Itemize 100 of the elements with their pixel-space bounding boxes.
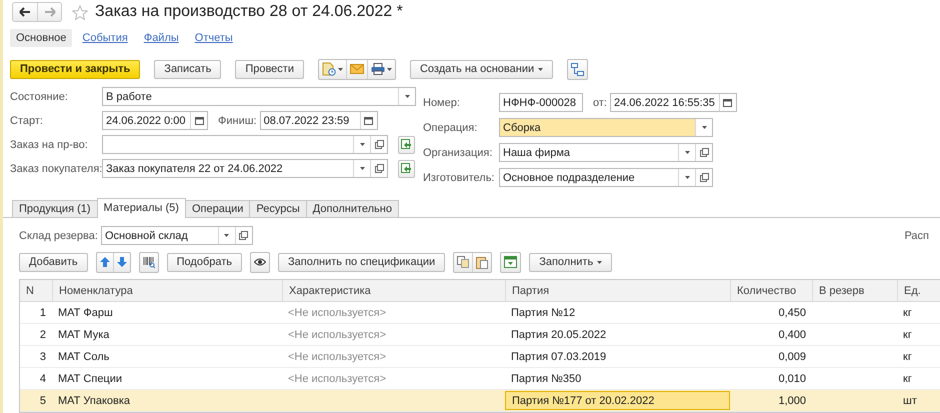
table-row[interactable]: 3 МАТ Соль <Не используется> Партия 07.03.2019 0,009 кг	[20, 346, 940, 368]
back-arrow-icon	[19, 7, 31, 17]
toolbar-button[interactable]: Заполнить по спецификации	[278, 252, 446, 272]
table-cell-text: <Не используется>	[287, 306, 388, 320]
dropdown-button[interactable]	[695, 119, 712, 136]
table-cell-text: МАТ Упаковка	[57, 394, 132, 408]
section-link[interactable]: Отчеты	[188, 28, 239, 46]
open-window-icon	[239, 231, 248, 240]
field-label: Операция:	[423, 122, 478, 134]
section-link[interactable]: Файлы	[138, 28, 185, 46]
table-cell-text: 4	[38, 372, 47, 386]
table-cell-text: кг	[902, 328, 913, 342]
caret-icon	[360, 143, 364, 146]
table-cell-text: <Не используется>	[287, 350, 388, 364]
field-label: Финиш:	[218, 114, 257, 126]
field-label: от:	[593, 96, 607, 108]
fill-button[interactable]	[398, 160, 415, 178]
column-header[interactable]: Ед.	[897, 280, 940, 301]
calendar-button[interactable]	[190, 112, 207, 129]
open-button[interactable]	[695, 169, 712, 186]
section-link[interactable]: События	[76, 28, 134, 46]
date-field[interactable]: 08.07.2022 23:59	[260, 111, 378, 130]
down-arrow-icon	[116, 257, 127, 267]
section-tab[interactable]: Основное	[10, 28, 72, 46]
table-cell-text: Партия №350	[510, 372, 582, 386]
open-window-icon	[700, 173, 708, 182]
open-button[interactable]	[695, 144, 712, 161]
toolbar-button[interactable]: Провести	[235, 60, 304, 78]
table-cell-text: 0,009	[777, 350, 807, 364]
toolbar-button[interactable]: Подобрать	[166, 252, 242, 272]
column-header[interactable]: N	[20, 280, 52, 301]
table-cell-text: МАТ Мука	[57, 328, 110, 342]
menu-button[interactable]: Заполнить	[529, 252, 612, 272]
calendar-icon	[364, 116, 374, 125]
table-cell-text: 5	[38, 394, 47, 408]
dropdown-field[interactable]: В работе	[102, 87, 416, 106]
calendar-icon	[723, 98, 732, 107]
table-cell-text: 3	[38, 350, 47, 364]
dropdown-field[interactable]	[102, 135, 388, 154]
table-row[interactable]: 1 МАТ Фарш <Не используется> Партия №12 0,450 кг	[20, 302, 940, 324]
table-cell-text: МАТ Специи	[57, 372, 124, 386]
field-label: Изготовитель:	[423, 172, 496, 184]
printer-icon	[370, 63, 385, 75]
table-cell-text: 0,400	[777, 328, 807, 342]
tab[interactable]: Материалы (5)	[96, 198, 186, 218]
caret-icon	[597, 260, 602, 264]
number-field[interactable]: НФНФ-000028	[499, 93, 583, 112]
table-cell-text: шт	[902, 394, 918, 408]
open-button[interactable]	[370, 136, 387, 153]
structure-icon	[571, 62, 584, 76]
field-label: Заказ покупателя:	[10, 162, 102, 174]
table-cell-text: кг	[902, 372, 913, 386]
table-row[interactable]: 2 МАТ Мука <Не используется> Партия 20.05.2022 0,400 кг	[20, 324, 940, 346]
table-fill-icon	[504, 256, 518, 268]
tab[interactable]: Продукция (1)	[12, 200, 98, 217]
date-field[interactable]: 24.06.2022 0:00	[102, 111, 208, 130]
column-header[interactable]: Номенклатура	[52, 280, 282, 301]
column-header[interactable]: Характеристика	[282, 280, 505, 301]
field-label: Организация:	[423, 146, 494, 158]
caret-icon	[386, 68, 392, 70]
table-cell-text: <Не используется>	[287, 372, 388, 386]
field-label: Склад резерва:	[19, 230, 98, 242]
tab[interactable]: Операции	[184, 200, 250, 217]
dropdown-field[interactable]: Сборка	[499, 118, 713, 137]
table-cell-text: кг	[902, 350, 913, 364]
table-cell-text: 1,000	[777, 394, 807, 408]
column-header[interactable]: В резерв	[812, 280, 897, 301]
table-cell-text: Партия 07.03.2019	[510, 350, 608, 364]
eye-icon	[254, 258, 266, 266]
calendar-icon	[194, 116, 204, 125]
table-row[interactable]: 5 МАТ Упаковка Партия №177 от 20.02.2022 1,000 шт	[20, 390, 940, 412]
caret-icon	[404, 95, 410, 98]
post-and-close-button[interactable]: Провести и закрыть	[10, 60, 140, 78]
open-button[interactable]	[370, 160, 387, 177]
column-header[interactable]: Количество	[730, 280, 812, 301]
tab[interactable]: Дополнительно	[306, 200, 399, 217]
window-title: Заказ на производство 28 от 24.06.2022 *	[95, 3, 403, 21]
dropdown-field[interactable]: Основное подразделение	[499, 168, 713, 187]
toolbar-button[interactable]: Записать	[154, 60, 222, 78]
dropdown-field[interactable]: Заказ покупателя 22 от 24.06.2022	[102, 159, 388, 178]
open-window-icon	[374, 140, 384, 149]
table-cell-text: кг	[902, 306, 913, 320]
caret-icon	[338, 68, 343, 70]
table-cell-text: 0,010	[777, 372, 807, 386]
menu-button[interactable]: Создать на основании	[410, 60, 554, 78]
date-field[interactable]: 24.06.2022 16:55:35	[610, 93, 737, 112]
dropdown-field[interactable]: Основной склад	[100, 226, 253, 245]
toolbar-icon-button[interactable]	[366, 60, 395, 78]
table-cell-text: МАТ Фарш	[57, 306, 114, 320]
tab[interactable]: Ресурсы	[249, 200, 307, 217]
fill-button[interactable]	[398, 136, 415, 154]
table-cell: Партия №177 от 20.02.2022	[505, 391, 730, 410]
open-window-icon	[700, 148, 708, 157]
document-clock-icon	[322, 62, 336, 76]
dropdown-field[interactable]: Наша фирма	[499, 143, 713, 162]
star-icon[interactable]	[72, 4, 88, 20]
toolbar-button[interactable]: Добавить	[19, 252, 88, 272]
paste-icon	[476, 256, 488, 268]
table-cell-text: <Не используется>	[287, 328, 388, 342]
column-header[interactable]: Партия	[505, 280, 730, 301]
